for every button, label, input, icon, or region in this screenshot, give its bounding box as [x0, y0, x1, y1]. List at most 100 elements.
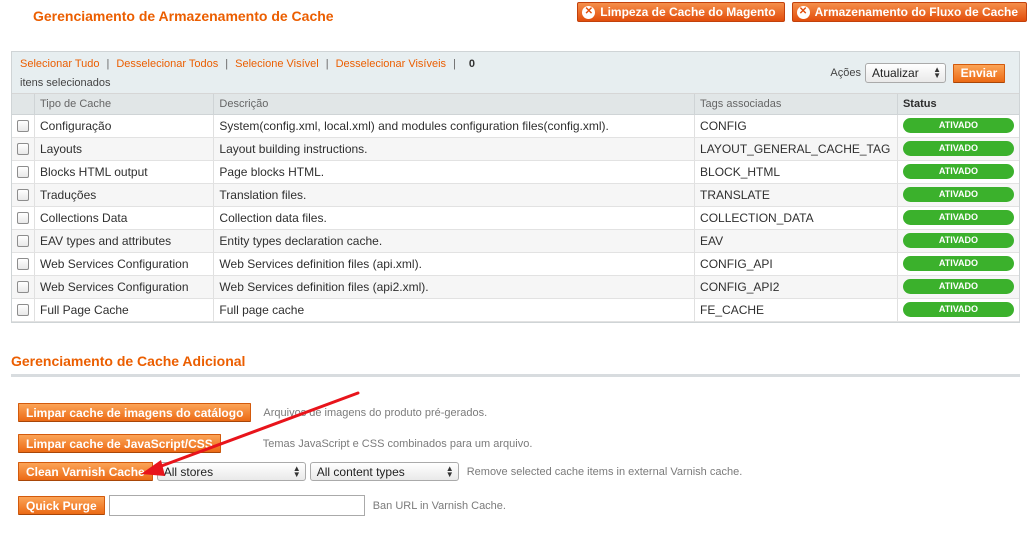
flush-cache-storage-button[interactable]: ✕ Armazenamento do Fluxo de Cache	[791, 2, 1027, 22]
purge-url-input[interactable]	[108, 495, 365, 516]
cell-status: ATIVADO	[897, 137, 1019, 161]
cell-type: Web Services Configuration	[34, 275, 215, 299]
js-css-row: Limpar cache de JavaScript/CSS Temas Jav…	[18, 434, 532, 453]
table-row[interactable]: Configuração System(config.xml, local.xml…	[12, 114, 1019, 138]
selected-items-text: itens selecionados	[20, 77, 111, 89]
cell-tags: EAV	[694, 229, 898, 253]
status-badge: ATIVADO	[902, 164, 1014, 179]
cache-grid: Selecionar Tudo | Desselecionar Todos | Sele…	[11, 51, 1020, 323]
submit-button[interactable]: Enviar	[953, 63, 1005, 83]
js-css-hint: Temas JavaScript e CSS combinados para u…	[262, 437, 533, 450]
selected-count: 0	[468, 58, 476, 70]
content-type-select-value: All content types	[316, 464, 405, 479]
cell-description: Web Services definition files (api.xml).	[213, 252, 696, 276]
row-checkbox[interactable]	[17, 166, 29, 179]
cell-description: Web Services definition files (api2.xml)…	[213, 275, 696, 299]
cell-status: ATIVADO	[897, 229, 1019, 253]
catalog-images-row: Limpar cache de imagens do catálogo Arqu…	[18, 403, 487, 422]
cell-description: Page blocks HTML.	[213, 160, 696, 184]
column-header-status[interactable]: Status	[897, 94, 1019, 115]
table-row[interactable]: Web Services Configuration Web Services d…	[12, 275, 1019, 299]
cell-tags: BLOCK_HTML	[694, 160, 898, 184]
select-arrows-icon: ▲ ▼	[292, 463, 301, 479]
flush-js-css-button[interactable]: Limpar cache de JavaScript/CSS	[18, 434, 221, 453]
cell-description: Collection data files.	[213, 206, 696, 230]
cell-description: Layout building instructions.	[213, 137, 696, 161]
table-row[interactable]: Web Services Configuration Web Services d…	[12, 252, 1019, 276]
table-row[interactable]: Blocks HTML output Page blocks HTML. BLOCK…	[12, 160, 1019, 184]
select-arrows-icon: ▲ ▼	[445, 463, 454, 479]
row-checkbox[interactable]	[17, 281, 29, 294]
status-badge: ATIVADO	[902, 210, 1014, 225]
cell-status: ATIVADO	[897, 275, 1019, 299]
unselect-all-link[interactable]: Desselecionar Todos	[116, 58, 218, 70]
row-checkbox[interactable]	[17, 235, 29, 248]
cell-tags: CONFIG	[694, 114, 898, 138]
cell-tags: LAYOUT_GENERAL_CACHE_TAG	[694, 137, 898, 161]
row-checkbox-cell	[12, 275, 35, 299]
cell-tags: CONFIG_API	[694, 252, 898, 276]
column-header-description[interactable]: Descrição	[213, 94, 696, 115]
cell-type: Traduções	[34, 183, 215, 207]
close-circle-icon: ✕	[796, 5, 810, 19]
massaction-bar: Selecionar Tudo | Desselecionar Todos | Sele…	[12, 52, 1019, 94]
action-select[interactable]: Atualizar ▲ ▼	[865, 63, 946, 83]
status-badge: ATIVADO	[902, 118, 1014, 133]
row-checkbox[interactable]	[17, 189, 29, 202]
cell-type: Full Page Cache	[34, 298, 215, 322]
section-divider	[11, 374, 1020, 377]
select-visible-link[interactable]: Selecione Visível	[235, 58, 319, 70]
flush-catalog-images-button[interactable]: Limpar cache de imagens do catálogo	[18, 403, 252, 422]
row-checkbox[interactable]	[17, 120, 29, 133]
column-header-tags[interactable]: Tags associadas	[694, 94, 898, 115]
cell-type: Collections Data	[34, 206, 215, 230]
cell-description: Translation files.	[213, 183, 696, 207]
cell-description: Entity types declaration cache.	[213, 229, 696, 253]
quick-purge-button[interactable]: Quick Purge	[18, 496, 105, 515]
flush-cache-storage-label: Armazenamento do Fluxo de Cache	[814, 5, 1018, 19]
table-row[interactable]: Collections Data Collection data files. CO…	[12, 206, 1019, 230]
table-row[interactable]: Full Page Cache Full page cache FE_CACHE AT…	[12, 298, 1019, 322]
clean-varnish-button[interactable]: Clean Varnish Cache	[18, 462, 153, 481]
page-title: Gerenciamento de Armazenamento de Cache	[33, 8, 334, 24]
status-badge: ATIVADO	[902, 141, 1014, 156]
cell-type: EAV types and attributes	[34, 229, 215, 253]
row-checkbox[interactable]	[17, 212, 29, 225]
actions-group: Ações Atualizar ▲ ▼ Enviar	[830, 63, 1005, 83]
purge-hint: Ban URL in Varnish Cache.	[372, 499, 506, 512]
flush-magento-cache-button[interactable]: ✕ Limpeza de Cache do Magento	[577, 2, 785, 22]
row-checkbox[interactable]	[17, 143, 29, 156]
catalog-images-hint: Arquivos de imagens do produto pré-gerad…	[263, 406, 488, 419]
content-type-select[interactable]: All content types ▲ ▼	[309, 462, 459, 481]
table-row[interactable]: EAV types and attributes Entity types dec…	[12, 229, 1019, 253]
unselect-visible-link[interactable]: Desselecionar Visíveis	[336, 58, 446, 70]
cache-table: Tipo de Cache Descrição Tags associadas …	[12, 94, 1019, 322]
cell-tags: FE_CACHE	[694, 298, 898, 322]
additional-cache-title: Gerenciamento de Cache Adicional	[11, 353, 246, 369]
table-row[interactable]: Traduções Translation files. TRANSLATE ATIV…	[12, 183, 1019, 207]
store-select[interactable]: All stores ▲ ▼	[156, 462, 306, 481]
column-header-type[interactable]: Tipo de Cache	[34, 94, 215, 115]
actions-label: Ações	[830, 67, 861, 79]
cell-tags: CONFIG_API2	[694, 275, 898, 299]
select-all-link[interactable]: Selecionar Tudo	[20, 58, 100, 70]
separator: |	[453, 58, 456, 70]
cell-status: ATIVADO	[897, 114, 1019, 138]
cell-type: Blocks HTML output	[34, 160, 215, 184]
cell-status: ATIVADO	[897, 183, 1019, 207]
row-checkbox-cell	[12, 229, 35, 253]
cell-tags: COLLECTION_DATA	[694, 206, 898, 230]
separator: |	[225, 58, 229, 70]
row-checkbox-cell	[12, 114, 35, 138]
row-checkbox-cell	[12, 298, 35, 322]
cell-type: Layouts	[34, 137, 215, 161]
row-checkbox[interactable]	[17, 304, 29, 317]
row-checkbox[interactable]	[17, 258, 29, 271]
cell-type: Web Services Configuration	[34, 252, 215, 276]
table-row[interactable]: Layouts Layout building instructions. LAYO…	[12, 137, 1019, 161]
cell-tags: TRANSLATE	[694, 183, 898, 207]
varnish-row: Clean Varnish Cache All stores ▲ ▼ All co…	[18, 462, 742, 481]
table-header: Tipo de Cache Descrição Tags associadas …	[12, 94, 1019, 115]
select-arrows-icon: ▲ ▼	[933, 65, 941, 80]
store-select-value: All stores	[163, 464, 214, 479]
